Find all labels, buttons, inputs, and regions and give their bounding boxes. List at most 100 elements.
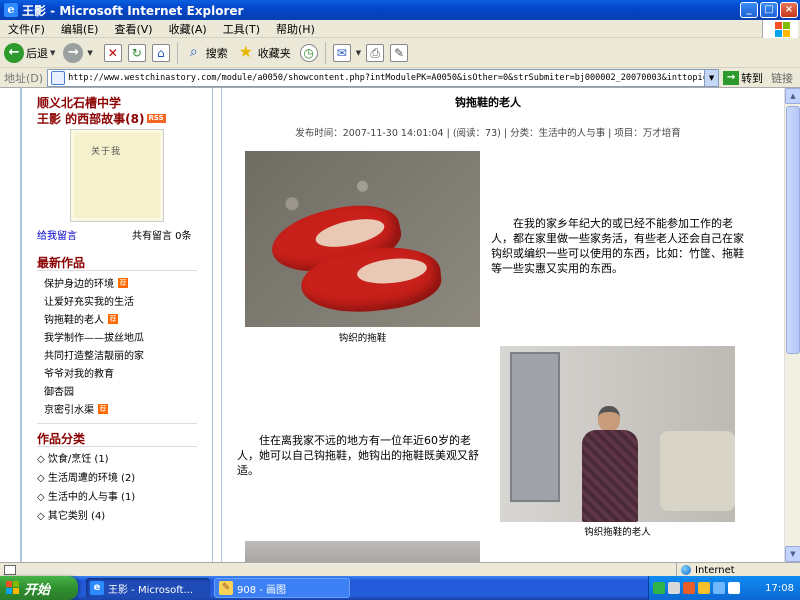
back-button[interactable]: ← 后退 ▼: [4, 42, 57, 63]
tray-icon[interactable]: [713, 582, 725, 594]
latest-item[interactable]: 御杏园: [44, 383, 74, 398]
toolbar: ← 后退 ▼ → ▼ ✕ ↻ ⌂ ⌕ 搜索 ★ 收藏夹 ◷ ✉ ▼ ⎙ ✎: [0, 38, 800, 68]
go-button[interactable]: → 转到: [723, 70, 763, 86]
ie-icon: e: [4, 3, 18, 17]
article-title: 钩拖鞋的老人: [455, 96, 521, 109]
old-woman-photo: [500, 346, 735, 522]
category-item[interactable]: ◇ 其它类别 (4): [37, 507, 105, 522]
latest-item[interactable]: 钩拖鞋的老人荐: [44, 311, 118, 326]
scroll-down-button[interactable]: ▼: [785, 546, 800, 562]
tray-icon[interactable]: [668, 582, 680, 594]
address-label: 地址(D): [4, 71, 44, 85]
window-title: 王影 - Microsoft Internet Explorer: [22, 3, 244, 18]
browser-viewport: 顺义北石槽中学 王影 的西部故事(8) RSS 关于我 给我留言 共有留言 0条…: [0, 88, 800, 562]
latest-item[interactable]: 京密引水渠荐: [44, 401, 108, 416]
toolbar-separator: [176, 41, 178, 64]
latest-works-title: 最新作品: [37, 256, 86, 270]
article-paragraph: 在我的家乡年纪大的或已经不能参加工作的老人，都在家里做一些家务活，有些老人还会自…: [491, 217, 744, 275]
category-item[interactable]: ◇ 生活中的人与事 (1): [37, 488, 135, 503]
star-icon: ★: [238, 41, 253, 61]
article-meta: 发布时间：2007-11-30 14:01:04 | (阅读：73) | 分类：…: [295, 128, 681, 139]
chevron-down-icon[interactable]: ▼: [87, 49, 92, 57]
toolbar-separator: [324, 41, 326, 64]
latest-item[interactable]: 保护身边的环境荐: [44, 275, 128, 290]
taskbar-item-paint[interactable]: ✎ 908 - 画图: [214, 578, 350, 598]
category-item[interactable]: ◇ 饮食/烹饪 (1): [37, 450, 109, 465]
chevron-down-icon[interactable]: ▼: [356, 49, 361, 57]
tray-icon[interactable]: [653, 582, 665, 594]
taskbar-item-ie[interactable]: e 王影 - Microsoft...: [86, 578, 210, 598]
search-button[interactable]: ⌕ 搜索: [182, 44, 228, 62]
divider: [37, 446, 197, 447]
refresh-icon[interactable]: ↻: [127, 43, 146, 62]
article-photo: [245, 541, 480, 562]
go-label: 转到: [741, 71, 764, 85]
address-url[interactable]: http://www.westchinastory.com/module/a00…: [68, 73, 704, 83]
blog-sidebar: 顺义北石槽中学 王影 的西部故事(8) RSS 关于我 给我留言 共有留言 0条…: [24, 88, 212, 562]
links-button[interactable]: 链接: [771, 70, 793, 86]
back-label: 后退: [26, 46, 48, 60]
chevron-down-icon[interactable]: ▼: [704, 69, 719, 86]
clock[interactable]: 17:08: [765, 583, 794, 594]
school-name: 顺义北石槽中学: [37, 96, 122, 110]
globe-icon: [681, 565, 691, 575]
stop-icon[interactable]: ✕: [103, 43, 122, 62]
menu-help[interactable]: 帮助(H): [268, 21, 323, 37]
latest-item[interactable]: 让爱好充实我的生活: [44, 293, 134, 308]
volume-icon[interactable]: [728, 582, 740, 594]
minimize-button[interactable]: _: [740, 2, 758, 18]
paint-icon: ✎: [219, 581, 233, 595]
address-input[interactable]: http://www.westchinastory.com/module/a00…: [47, 68, 720, 87]
rss-badge[interactable]: RSS: [146, 114, 166, 123]
tray-icon[interactable]: [698, 582, 710, 594]
latest-item[interactable]: 爷爷对我的教育: [44, 365, 114, 380]
home-icon[interactable]: ⌂: [151, 43, 170, 62]
menu-bar: 文件(F) 编辑(E) 查看(V) 收藏(A) 工具(T) 帮助(H): [0, 20, 800, 38]
vertical-scrollbar[interactable]: ▲ ▼: [784, 88, 800, 562]
menu-file[interactable]: 文件(F): [0, 21, 53, 37]
favorites-button[interactable]: ★ 收藏夹: [234, 41, 291, 62]
guestbook-count: 共有留言 0条: [132, 231, 192, 242]
recommended-badge: 荐: [118, 277, 128, 288]
avatar: 关于我: [70, 129, 164, 222]
author-name-link[interactable]: 王影 的西部故事(8): [37, 110, 145, 127]
page-icon: [4, 564, 16, 575]
sidebar-border: [212, 88, 222, 562]
page-icon: [51, 70, 66, 85]
chevron-down-icon[interactable]: ▼: [50, 49, 55, 57]
slippers-caption: 钩织的拖鞋: [338, 333, 387, 344]
maximize-button[interactable]: □: [760, 2, 778, 18]
category-item[interactable]: ◇ 生活周遭的环境 (2): [37, 469, 135, 484]
start-button[interactable]: 开始: [0, 576, 78, 600]
latest-item[interactable]: 我学制作——拔丝地瓜: [44, 329, 144, 344]
back-arrow-icon: ←: [4, 42, 24, 63]
old-woman-caption: 钩织拖鞋的老人: [584, 527, 651, 538]
history-icon[interactable]: ◷: [299, 43, 318, 62]
ie-icon: e: [90, 581, 104, 595]
search-icon: ⌕: [189, 43, 198, 60]
tray-icon[interactable]: [683, 582, 695, 594]
latest-item[interactable]: 共同打造整洁靓丽的家: [44, 347, 144, 362]
go-arrow-icon: →: [723, 70, 740, 85]
divider: [37, 270, 197, 271]
print-icon[interactable]: ⎙: [366, 43, 385, 62]
edit-icon[interactable]: ✎: [390, 43, 409, 62]
scroll-thumb[interactable]: [786, 106, 800, 354]
start-label: 开始: [24, 582, 51, 598]
guestbook-link[interactable]: 给我留言: [37, 227, 77, 242]
forward-arrow-icon: →: [63, 42, 84, 63]
menu-tools[interactable]: 工具(T): [215, 21, 268, 37]
close-button[interactable]: ×: [780, 2, 798, 18]
title-bar: e 王影 - Microsoft Internet Explorer _ □ ×: [0, 0, 800, 20]
recommended-badge: 荐: [98, 403, 108, 414]
forward-button[interactable]: → ▼: [63, 42, 94, 63]
mail-icon[interactable]: ✉: [332, 43, 351, 62]
menu-edit[interactable]: 编辑(E): [53, 21, 107, 37]
scroll-up-button[interactable]: ▲: [785, 88, 800, 104]
menu-view[interactable]: 查看(V): [106, 21, 160, 37]
menu-favorites[interactable]: 收藏(A): [161, 21, 215, 37]
avatar-seal: 关于我: [91, 147, 122, 157]
recommended-badge: 荐: [108, 313, 118, 324]
status-bar: Internet: [0, 562, 800, 577]
address-bar: 地址(D) http://www.westchinastory.com/modu…: [0, 68, 800, 88]
